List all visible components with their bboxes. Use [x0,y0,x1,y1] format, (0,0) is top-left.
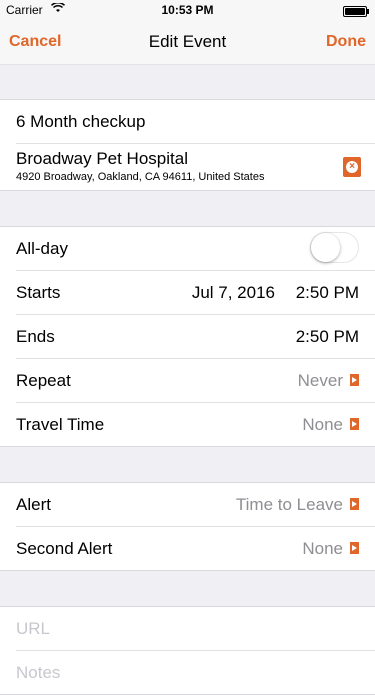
alerts-group: Alert Time to Leave Second Alert None [0,482,375,571]
location-address: 4920 Broadway, Oakland, CA 94611, United… [16,171,265,183]
chevron-right-icon [350,374,359,386]
battery-icon [343,6,369,17]
location-name: Broadway Pet Hospital [16,149,188,168]
alert-label: Alert [16,495,51,514]
starts-label: Starts [16,283,61,302]
allday-label: All-day [16,239,68,258]
toggle-knob [311,233,340,262]
page-title: Edit Event [148,32,227,51]
status-time: 10:53 PM [161,3,214,17]
alert-value: Time to Leave [235,495,343,514]
ends-row[interactable]: Ends 2:50 PM [16,315,375,359]
url-row[interactable]: URL [16,607,375,651]
alert-row[interactable]: Alert Time to Leave [16,483,375,527]
event-title-field[interactable]: 6 Month checkup [16,112,145,132]
repeat-value: Never [297,371,343,390]
done-button[interactable]: Done [326,33,366,51]
ends-label: Ends [16,327,55,346]
title-location-group: 6 Month checkup Broadway Pet Hospital 49… [0,99,375,191]
travel-time-label: Travel Time [16,415,105,434]
ends-time[interactable]: 2:50 PM [296,327,359,347]
allday-toggle[interactable] [310,232,359,263]
starts-row[interactable]: Starts Jul 7, 2016 2:50 PM [16,271,375,315]
notes-field[interactable]: Notes [16,663,60,683]
second-alert-label: Second Alert [16,539,113,558]
travel-time-row[interactable]: Travel Time None [16,403,375,446]
navigation-bar: Cancel Edit Event Done [0,20,375,65]
close-icon: × [346,161,358,173]
notes-row[interactable]: Notes [16,651,375,694]
clear-location-button[interactable]: × [343,157,361,177]
location-row[interactable]: Broadway Pet Hospital 4920 Broadway, Oak… [16,144,375,190]
travel-time-value: None [302,415,343,434]
repeat-label: Repeat [16,371,71,390]
extra-group: URL Notes [0,606,375,695]
schedule-group: All-day Starts Jul 7, 2016 2:50 PM Ends … [0,226,375,447]
chevron-right-icon [350,418,359,430]
starts-date[interactable]: Jul 7, 2016 [192,283,275,303]
repeat-row[interactable]: Repeat Never [16,359,375,403]
second-alert-value: None [302,539,343,558]
title-row[interactable]: 6 Month checkup [16,100,375,144]
status-bar: Carrier 10:53 PM [0,0,375,20]
chevron-right-icon [350,542,359,554]
url-field[interactable]: URL [16,619,50,639]
allday-row: All-day [16,227,375,271]
second-alert-row[interactable]: Second Alert None [16,527,375,570]
chevron-right-icon [350,498,359,510]
starts-time[interactable]: 2:50 PM [296,283,359,303]
